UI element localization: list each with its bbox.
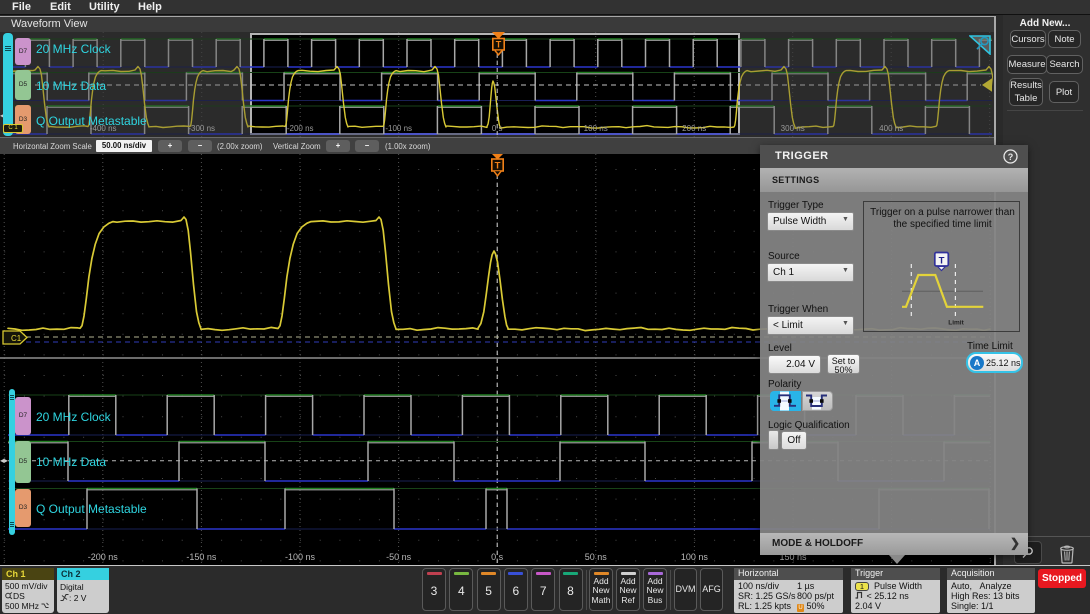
svg-text:T: T	[939, 256, 945, 267]
svg-text:C1: C1	[11, 334, 22, 343]
svg-text:T: T	[496, 40, 502, 50]
svg-text:T: T	[495, 161, 501, 172]
svg-text:?: ?	[1008, 152, 1014, 162]
svg-text:Limit: Limit	[948, 320, 964, 327]
